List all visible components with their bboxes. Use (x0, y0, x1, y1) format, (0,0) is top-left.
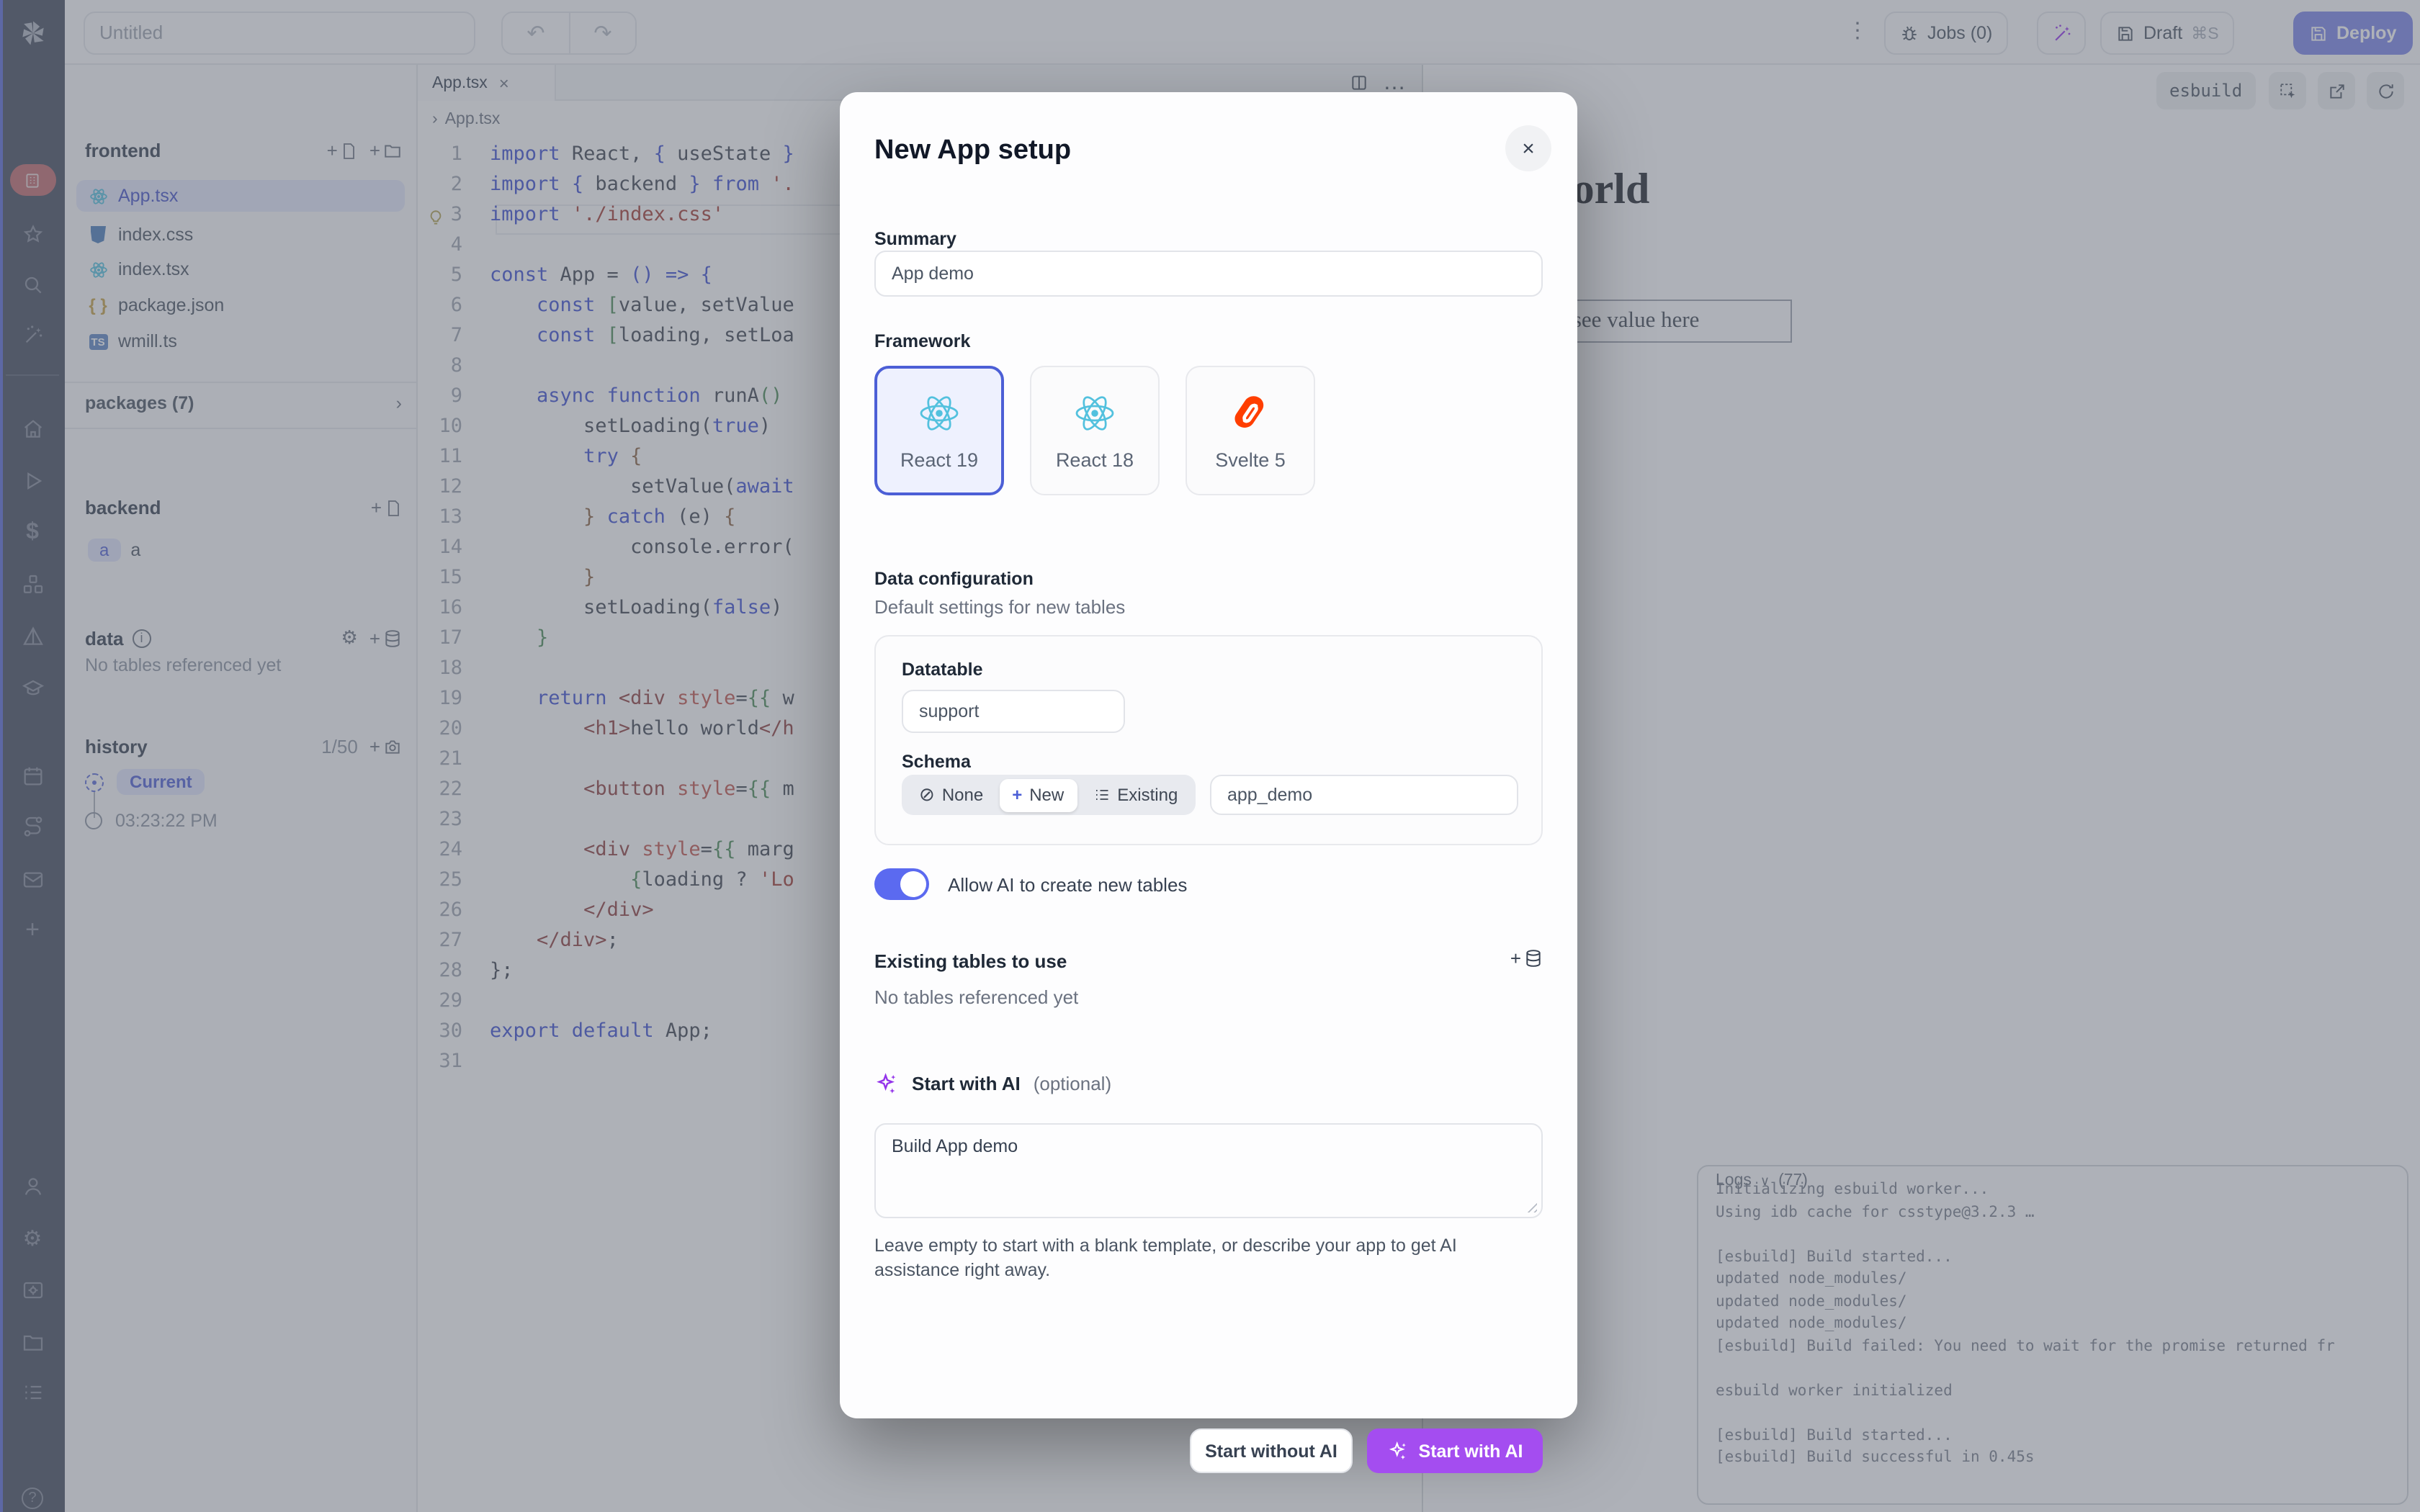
react-logo-icon (1073, 391, 1116, 434)
svelte-logo-icon (1229, 391, 1272, 434)
data-config-subtitle: Default settings for new tables (874, 596, 1125, 618)
ai-tables-toggle-row: Allow AI to create new tables (874, 868, 1187, 900)
datatable-label: Datatable (902, 660, 1515, 680)
framework-label: React 18 (1056, 449, 1134, 470)
framework-card-react-18[interactable]: React 18 (1030, 366, 1160, 495)
schema-option-label: New (1029, 785, 1064, 805)
ban-icon: ⊘ (919, 783, 935, 806)
start-without-ai-button[interactable]: Start without AI (1190, 1428, 1353, 1473)
framework-label: Svelte 5 (1215, 449, 1286, 470)
schema-option-label: None (942, 785, 983, 805)
sparkles-icon (1387, 1440, 1409, 1462)
schema-option-label: Existing (1117, 785, 1178, 805)
modal-close-button[interactable]: × (1505, 125, 1551, 171)
start-with-ai-header: Start with AI (optional) (874, 1071, 1111, 1096)
new-app-setup-modal: New App setup × Summary App demo Framewo… (840, 92, 1577, 1418)
schema-name-input[interactable]: app_demo (1210, 775, 1518, 815)
summary-input[interactable]: App demo (874, 251, 1543, 297)
data-config-title: Data configuration (874, 569, 1034, 589)
framework-label: React 19 (900, 449, 978, 470)
schema-option-new[interactable]: +New (999, 778, 1077, 811)
schema-option-none[interactable]: ⊘ None (906, 778, 996, 811)
optional-hint: (optional) (1034, 1073, 1111, 1094)
windmill-app-editor: Untitled ↶ ↷ ⋮ Jobs (0) Draft ⌘S Deploy … (0, 0, 2420, 1512)
ai-prompt-textarea[interactable]: Build App demo (874, 1123, 1543, 1218)
react-logo-icon (918, 391, 961, 434)
schema-option-existing[interactable]: Existing (1080, 778, 1191, 811)
existing-tables-title: Existing tables to use (874, 950, 1067, 972)
schema-segmented-control: ⊘ None +New Existing (902, 775, 1195, 815)
framework-card-svelte-5[interactable]: Svelte 5 (1186, 366, 1315, 495)
framework-label: Framework (874, 331, 970, 351)
ai-hint-text: Leave empty to start with a blank templa… (874, 1234, 1494, 1283)
datatable-input[interactable]: support (902, 690, 1125, 733)
ai-tables-toggle-label: Allow AI to create new tables (948, 873, 1187, 895)
framework-card-react-19[interactable]: React 19 (874, 366, 1004, 495)
schema-label: Schema (902, 752, 971, 772)
sparkles-icon (874, 1071, 899, 1096)
start-with-ai-label: Start with AI (1419, 1441, 1523, 1461)
existing-tables-empty: No tables referenced yet (874, 986, 1078, 1008)
modal-title: New App setup (874, 135, 1071, 167)
ai-prompt-value: Build App demo (892, 1136, 1018, 1156)
data-config-card: Datatable support Schema ⊘ None +New Existi… (874, 635, 1543, 845)
summary-label: Summary (874, 229, 956, 249)
close-icon: × (1522, 136, 1535, 161)
start-without-ai-label: Start without AI (1205, 1441, 1337, 1461)
list-icon (1093, 786, 1110, 804)
start-with-ai-title: Start with AI (912, 1073, 1021, 1094)
start-with-ai-button[interactable]: Start with AI (1367, 1428, 1543, 1473)
add-existing-table-button[interactable]: + (1510, 948, 1543, 969)
ai-tables-toggle[interactable] (874, 868, 929, 900)
resize-handle[interactable] (1524, 1200, 1537, 1212)
